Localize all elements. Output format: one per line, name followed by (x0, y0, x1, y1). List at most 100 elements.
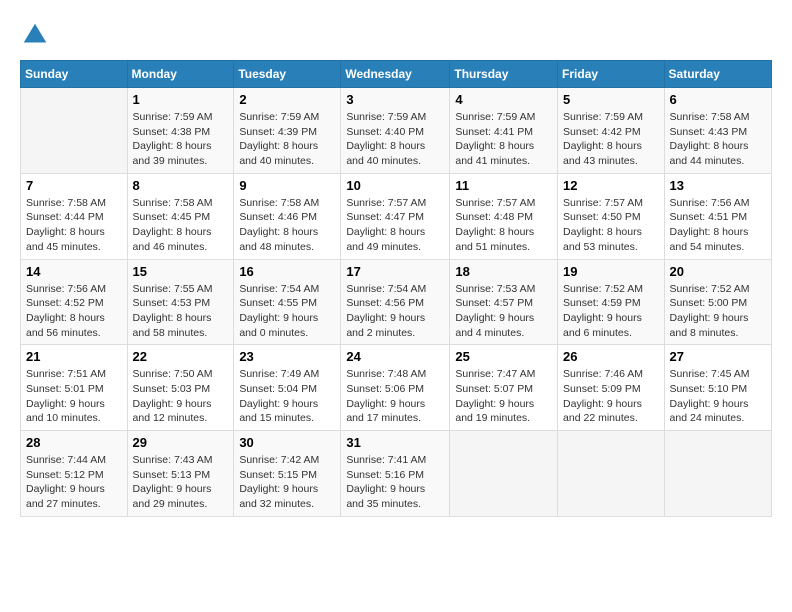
calendar-cell: 10 Sunrise: 7:57 AMSunset: 4:47 PMDayligh… (341, 173, 450, 259)
calendar-cell: 2 Sunrise: 7:59 AMSunset: 4:39 PMDaylight… (234, 88, 341, 174)
day-number: 20 (670, 264, 766, 279)
day-info: Sunrise: 7:56 AMSunset: 4:51 PMDaylight:… (670, 196, 766, 255)
day-info: Sunrise: 7:54 AMSunset: 4:55 PMDaylight:… (239, 282, 335, 341)
calendar-cell: 9 Sunrise: 7:58 AMSunset: 4:46 PMDaylight… (234, 173, 341, 259)
day-number: 3 (346, 92, 444, 107)
day-info: Sunrise: 7:47 AMSunset: 5:07 PMDaylight:… (455, 367, 552, 426)
calendar-cell (558, 431, 665, 517)
logo-icon (20, 20, 50, 50)
calendar-cell: 17 Sunrise: 7:54 AMSunset: 4:56 PMDayligh… (341, 259, 450, 345)
calendar-cell: 12 Sunrise: 7:57 AMSunset: 4:50 PMDayligh… (558, 173, 665, 259)
calendar-cell: 29 Sunrise: 7:43 AMSunset: 5:13 PMDayligh… (127, 431, 234, 517)
calendar-cell: 31Sunrise: 7:41 AMSunset: 5:16 PMDayligh… (341, 431, 450, 517)
calendar-cell: 20 Sunrise: 7:52 AMSunset: 5:00 PMDayligh… (664, 259, 771, 345)
day-number: 23 (239, 349, 335, 364)
day-number: 28 (26, 435, 122, 450)
day-info: Sunrise: 7:56 AMSunset: 4:52 PMDaylight:… (26, 282, 122, 341)
calendar-week-row: 14 Sunrise: 7:56 AMSunset: 4:52 PMDayligh… (21, 259, 772, 345)
calendar-cell: 27 Sunrise: 7:45 AMSunset: 5:10 PMDayligh… (664, 345, 771, 431)
calendar-cell: 16 Sunrise: 7:54 AMSunset: 4:55 PMDayligh… (234, 259, 341, 345)
day-number: 7 (26, 178, 122, 193)
calendar-cell: 23Sunrise: 7:49 AMSunset: 5:04 PMDayligh… (234, 345, 341, 431)
calendar-cell: 6Sunrise: 7:58 AMSunset: 4:43 PMDaylight… (664, 88, 771, 174)
day-info: Sunrise: 7:52 AMSunset: 4:59 PMDaylight:… (563, 282, 659, 341)
day-number: 30 (239, 435, 335, 450)
calendar-cell: 30 Sunrise: 7:42 AMSunset: 5:15 PMDayligh… (234, 431, 341, 517)
day-info: Sunrise: 7:46 AMSunset: 5:09 PMDaylight:… (563, 367, 659, 426)
day-info: Sunrise: 7:54 AMSunset: 4:56 PMDaylight:… (346, 282, 444, 341)
weekday-header: Sunday (21, 61, 128, 88)
day-number: 19 (563, 264, 659, 279)
calendar-cell: 3 Sunrise: 7:59 AMSunset: 4:40 PMDaylight… (341, 88, 450, 174)
day-number: 27 (670, 349, 766, 364)
day-info: Sunrise: 7:45 AMSunset: 5:10 PMDaylight:… (670, 367, 766, 426)
day-number: 22 (133, 349, 229, 364)
weekday-header: Monday (127, 61, 234, 88)
calendar-week-row: 21 Sunrise: 7:51 AMSunset: 5:01 PMDayligh… (21, 345, 772, 431)
day-number: 12 (563, 178, 659, 193)
day-number: 16 (239, 264, 335, 279)
weekday-header: Tuesday (234, 61, 341, 88)
calendar-cell: 1 Sunrise: 7:59 AMSunset: 4:38 PMDaylight… (127, 88, 234, 174)
day-info: Sunrise: 7:59 AMSunset: 4:39 PMDaylight:… (239, 110, 335, 169)
day-info: Sunrise: 7:59 AMSunset: 4:41 PMDaylight:… (455, 110, 552, 169)
day-number: 17 (346, 264, 444, 279)
day-info: Sunrise: 7:44 AMSunset: 5:12 PMDaylight:… (26, 453, 122, 512)
calendar-cell: 7 Sunrise: 7:58 AMSunset: 4:44 PMDaylight… (21, 173, 128, 259)
day-number: 8 (133, 178, 229, 193)
day-number: 26 (563, 349, 659, 364)
calendar-cell (450, 431, 558, 517)
day-info: Sunrise: 7:57 AMSunset: 4:47 PMDaylight:… (346, 196, 444, 255)
day-info: Sunrise: 7:58 AMSunset: 4:46 PMDaylight:… (239, 196, 335, 255)
calendar-week-row: 28 Sunrise: 7:44 AMSunset: 5:12 PMDayligh… (21, 431, 772, 517)
day-number: 14 (26, 264, 122, 279)
weekday-header-row: SundayMondayTuesdayWednesdayThursdayFrid… (21, 61, 772, 88)
calendar-cell: 15Sunrise: 7:55 AMSunset: 4:53 PMDayligh… (127, 259, 234, 345)
day-number: 4 (455, 92, 552, 107)
calendar-week-row: 1 Sunrise: 7:59 AMSunset: 4:38 PMDaylight… (21, 88, 772, 174)
calendar-cell: 13 Sunrise: 7:56 AMSunset: 4:51 PMDayligh… (664, 173, 771, 259)
day-number: 9 (239, 178, 335, 193)
day-number: 1 (133, 92, 229, 107)
calendar-cell: 5 Sunrise: 7:59 AMSunset: 4:42 PMDaylight… (558, 88, 665, 174)
day-info: Sunrise: 7:53 AMSunset: 4:57 PMDaylight:… (455, 282, 552, 341)
weekday-header: Friday (558, 61, 665, 88)
day-info: Sunrise: 7:41 AMSunset: 5:16 PMDaylight:… (346, 453, 444, 512)
day-info: Sunrise: 7:52 AMSunset: 5:00 PMDaylight:… (670, 282, 766, 341)
day-number: 29 (133, 435, 229, 450)
day-number: 15 (133, 264, 229, 279)
day-info: Sunrise: 7:59 AMSunset: 4:38 PMDaylight:… (133, 110, 229, 169)
calendar-cell: 22 Sunrise: 7:50 AMSunset: 5:03 PMDayligh… (127, 345, 234, 431)
day-info: Sunrise: 7:50 AMSunset: 5:03 PMDaylight:… (133, 367, 229, 426)
day-info: Sunrise: 7:57 AMSunset: 4:50 PMDaylight:… (563, 196, 659, 255)
calendar-cell: 25 Sunrise: 7:47 AMSunset: 5:07 PMDayligh… (450, 345, 558, 431)
calendar-week-row: 7 Sunrise: 7:58 AMSunset: 4:44 PMDaylight… (21, 173, 772, 259)
calendar-cell: 19 Sunrise: 7:52 AMSunset: 4:59 PMDayligh… (558, 259, 665, 345)
day-number: 11 (455, 178, 552, 193)
day-number: 2 (239, 92, 335, 107)
day-info: Sunrise: 7:43 AMSunset: 5:13 PMDaylight:… (133, 453, 229, 512)
day-info: Sunrise: 7:48 AMSunset: 5:06 PMDaylight:… (346, 367, 444, 426)
calendar-cell: 21 Sunrise: 7:51 AMSunset: 5:01 PMDayligh… (21, 345, 128, 431)
day-info: Sunrise: 7:57 AMSunset: 4:48 PMDaylight:… (455, 196, 552, 255)
day-info: Sunrise: 7:42 AMSunset: 5:15 PMDaylight:… (239, 453, 335, 512)
day-number: 10 (346, 178, 444, 193)
calendar-cell: 28 Sunrise: 7:44 AMSunset: 5:12 PMDayligh… (21, 431, 128, 517)
day-number: 6 (670, 92, 766, 107)
page-header (20, 20, 772, 50)
day-info: Sunrise: 7:59 AMSunset: 4:40 PMDaylight:… (346, 110, 444, 169)
calendar-cell: 14 Sunrise: 7:56 AMSunset: 4:52 PMDayligh… (21, 259, 128, 345)
day-number: 13 (670, 178, 766, 193)
day-number: 21 (26, 349, 122, 364)
logo (20, 20, 54, 50)
day-info: Sunrise: 7:59 AMSunset: 4:42 PMDaylight:… (563, 110, 659, 169)
day-number: 5 (563, 92, 659, 107)
calendar-cell: 26 Sunrise: 7:46 AMSunset: 5:09 PMDayligh… (558, 345, 665, 431)
weekday-header: Thursday (450, 61, 558, 88)
calendar-cell: 11 Sunrise: 7:57 AMSunset: 4:48 PMDayligh… (450, 173, 558, 259)
day-info: Sunrise: 7:58 AMSunset: 4:44 PMDaylight:… (26, 196, 122, 255)
day-info: Sunrise: 7:51 AMSunset: 5:01 PMDaylight:… (26, 367, 122, 426)
day-number: 25 (455, 349, 552, 364)
calendar-cell: 18Sunrise: 7:53 AMSunset: 4:57 PMDayligh… (450, 259, 558, 345)
weekday-header: Saturday (664, 61, 771, 88)
